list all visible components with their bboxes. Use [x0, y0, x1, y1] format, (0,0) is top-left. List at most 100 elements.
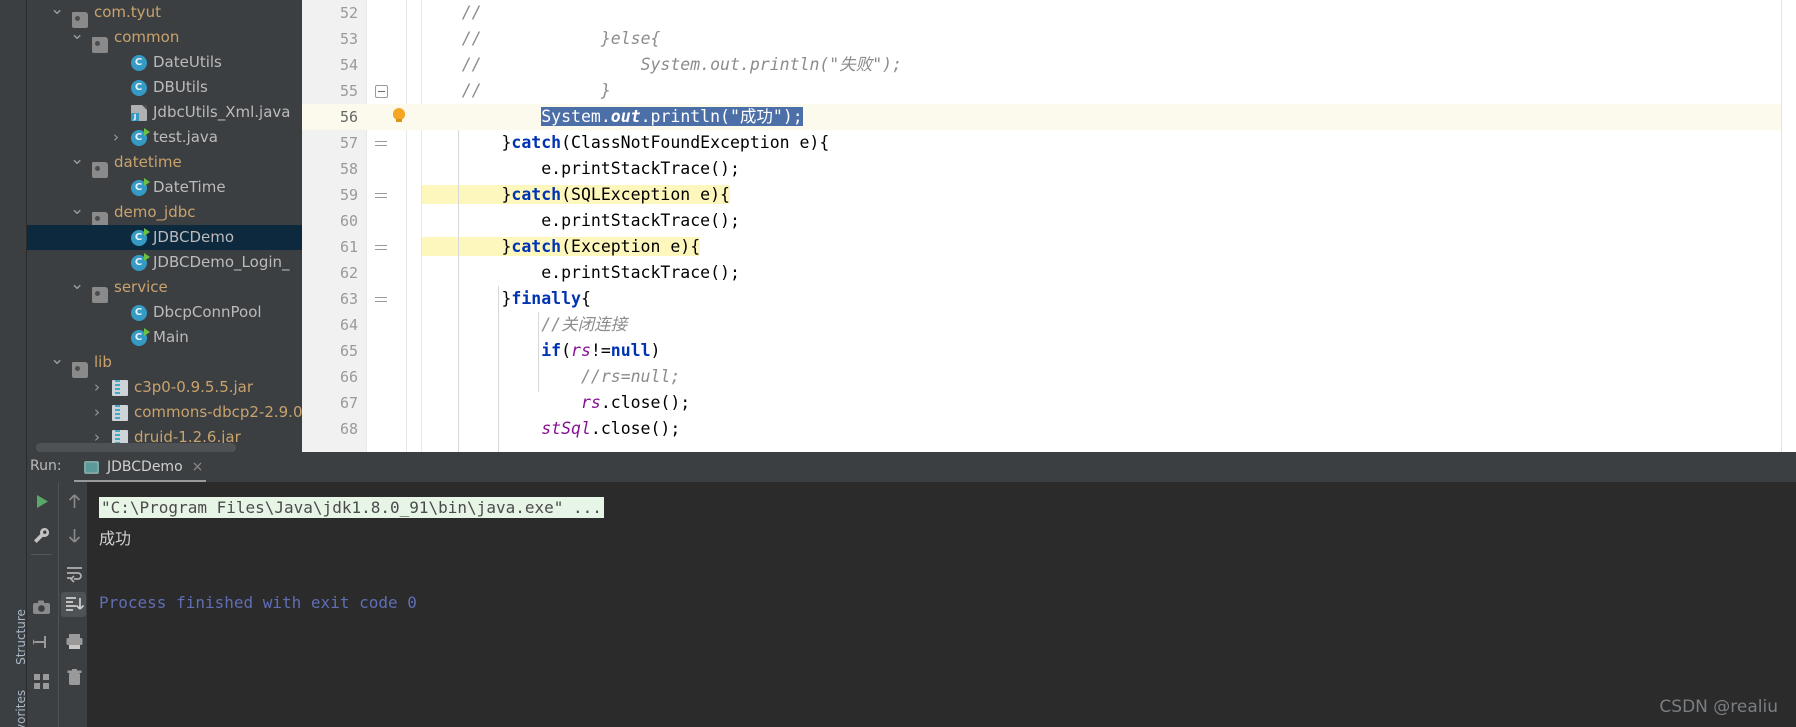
- scroll-up-button[interactable]: [65, 492, 84, 511]
- tree-item-main[interactable]: C Main: [26, 325, 302, 350]
- stop-button[interactable]: [32, 564, 51, 583]
- close-icon[interactable]: ×: [192, 459, 204, 475]
- fold-region-icon[interactable]: [375, 193, 387, 198]
- code-text: // }: [422, 78, 611, 104]
- code-line-52[interactable]: 52 //: [302, 0, 1796, 26]
- code-token: //: [461, 29, 482, 48]
- chevron-down-icon[interactable]: ⌄: [50, 350, 64, 375]
- code-line-63[interactable]: 63 }finally{: [302, 286, 1796, 312]
- tree-item-datetime[interactable]: C DateTime: [26, 175, 302, 200]
- code-line-64[interactable]: 64 //关闭连接: [302, 312, 1796, 338]
- code-line-56[interactable]: 56 System.out.println("成功");: [302, 104, 1796, 130]
- code-line-59[interactable]: 59 }catch(SQLException e){: [302, 182, 1796, 208]
- code-token: !=: [590, 341, 611, 360]
- sidebar-item-favorites[interactable]: Favorites: [14, 672, 28, 727]
- tree-item-label: service: [114, 278, 168, 296]
- editor-scroll-gutter[interactable]: [1781, 0, 1796, 452]
- code-line-54[interactable]: 54 // System.out.println("失败");: [302, 52, 1796, 78]
- tree-item-jdbcdemo-login[interactable]: C JDBCDemo_Login_: [26, 250, 302, 275]
- run-toolbar-right[interactable]: [58, 482, 88, 727]
- run-tab-jdbcdemo[interactable]: JDBCDemo ×: [84, 452, 203, 482]
- code-token: (Exception e){: [561, 237, 701, 256]
- tree-item-jdbcutils-xml-java[interactable]: JdbcUtils_Xml.java: [26, 100, 302, 125]
- code-line-55[interactable]: 55 // }: [302, 78, 1796, 104]
- tree-item-commons-dbcp2-2-9-0[interactable]: › commons-dbcp2-2.9.0: [26, 400, 302, 425]
- line-number: 59: [339, 186, 358, 204]
- tree-item-dbutils[interactable]: C DBUtils: [26, 75, 302, 100]
- intention-bulb-icon[interactable]: [392, 108, 406, 122]
- code-token: (ClassNotFoundException e){: [561, 133, 830, 152]
- tree-item-common[interactable]: ⌄ common: [26, 25, 302, 53]
- chevron-right-icon[interactable]: ›: [90, 400, 104, 425]
- jar-icon: [112, 380, 128, 396]
- code-token: catch: [511, 237, 562, 256]
- scroll-down-button[interactable]: [65, 526, 84, 545]
- tree-item-com-tyut[interactable]: ⌄ com.tyut: [26, 0, 302, 28]
- chevron-down-icon[interactable]: ⌄: [70, 150, 84, 175]
- code-token: catch: [511, 185, 562, 204]
- line-number: 67: [339, 394, 358, 412]
- jar-icon: [112, 405, 128, 421]
- code-line-60[interactable]: 60 e.printStackTrace();: [302, 208, 1796, 234]
- code-line-65[interactable]: 65 if(rs!=null): [302, 338, 1796, 364]
- fold-collapse-icon[interactable]: [375, 85, 388, 98]
- chevron-right-icon[interactable]: ›: [90, 375, 104, 400]
- chevron-down-icon[interactable]: ⌄: [70, 275, 84, 300]
- tree-item-demo-jdbc[interactable]: ⌄ demo_jdbc: [26, 200, 302, 228]
- code-editor[interactable]: 52 //53 // }else{54 // System.out.printl…: [302, 0, 1796, 452]
- line-number: 63: [339, 290, 358, 308]
- code-token: rs: [571, 341, 591, 360]
- code-token: }: [422, 237, 512, 256]
- sidebar-item-structure[interactable]: Structure: [14, 592, 28, 682]
- print-button[interactable]: [65, 632, 84, 651]
- console-text: "C:\Program Files\Java\jdk1.8.0_91\bin\j…: [99, 497, 604, 518]
- chevron-down-icon[interactable]: ⌄: [50, 0, 64, 25]
- tree-item-label: common: [114, 28, 180, 46]
- code-line-53[interactable]: 53 // }else{: [302, 26, 1796, 52]
- code-token: (: [561, 341, 572, 360]
- console-output[interactable]: "C:\Program Files\Java\jdk1.8.0_91\bin\j…: [87, 482, 1796, 727]
- clear-all-button[interactable]: [65, 668, 84, 687]
- pin-button[interactable]: [32, 632, 51, 651]
- tree-item-lib[interactable]: ⌄ lib: [26, 350, 302, 378]
- code-line-67[interactable]: 67 rs.close();: [302, 390, 1796, 416]
- edit-config-button[interactable]: [32, 526, 51, 545]
- code-line-62[interactable]: 62 e.printStackTrace();: [302, 260, 1796, 286]
- line-number: 53: [339, 30, 358, 48]
- code-line-68[interactable]: 68 stSql.close();: [302, 416, 1796, 442]
- tree-horizontal-scrollbar[interactable]: [36, 443, 236, 452]
- code-lines[interactable]: 52 //53 // }else{54 // System.out.printl…: [302, 0, 1796, 452]
- line-number: 65: [339, 342, 358, 360]
- tree-item-test-java[interactable]: › Ctest.java: [26, 125, 302, 150]
- fold-region-icon[interactable]: [375, 245, 387, 250]
- project-tree[interactable]: ⌄ com.tyut ⌄ common C DateUtils C DBUtils JdbcUt…: [26, 0, 302, 452]
- code-line-66[interactable]: 66 //rs=null;: [302, 364, 1796, 390]
- code-line-61[interactable]: 61 }catch(Exception e){: [302, 234, 1796, 260]
- code-line-57[interactable]: 57 }catch(ClassNotFoundException e){: [302, 130, 1796, 156]
- scroll-to-end-button[interactable]: [65, 595, 85, 614]
- soft-wrap-button[interactable]: [65, 564, 84, 583]
- tree-item-jdbcdemo[interactable]: C JDBCDemo: [26, 225, 302, 250]
- tree-item-datetime[interactable]: ⌄ datetime: [26, 150, 302, 178]
- chevron-right-icon[interactable]: ›: [109, 125, 123, 150]
- tree-item-service[interactable]: ⌄ service: [26, 275, 302, 303]
- fold-region-icon[interactable]: [375, 141, 387, 146]
- tree-item-c3p0-0-9-5-5-jar[interactable]: › c3p0-0.9.5.5.jar: [26, 375, 302, 400]
- run-toolbar-left[interactable]: [26, 482, 57, 727]
- layout-button[interactable]: [32, 672, 51, 691]
- rerun-button[interactable]: [32, 492, 51, 511]
- fold-region-icon[interactable]: [375, 297, 387, 302]
- screenshot-button[interactable]: [32, 598, 51, 617]
- chevron-down-icon[interactable]: ⌄: [70, 200, 84, 225]
- chevron-down-icon[interactable]: ⌄: [70, 25, 84, 50]
- tree-item-dbcpconnpool[interactable]: C DbcpConnPool: [26, 300, 302, 325]
- code-line-58[interactable]: 58 e.printStackTrace();: [302, 156, 1796, 182]
- tree-item-dateutils[interactable]: C DateUtils: [26, 50, 302, 75]
- console-line: "C:\Program Files\Java\jdk1.8.0_91\bin\j…: [99, 497, 604, 518]
